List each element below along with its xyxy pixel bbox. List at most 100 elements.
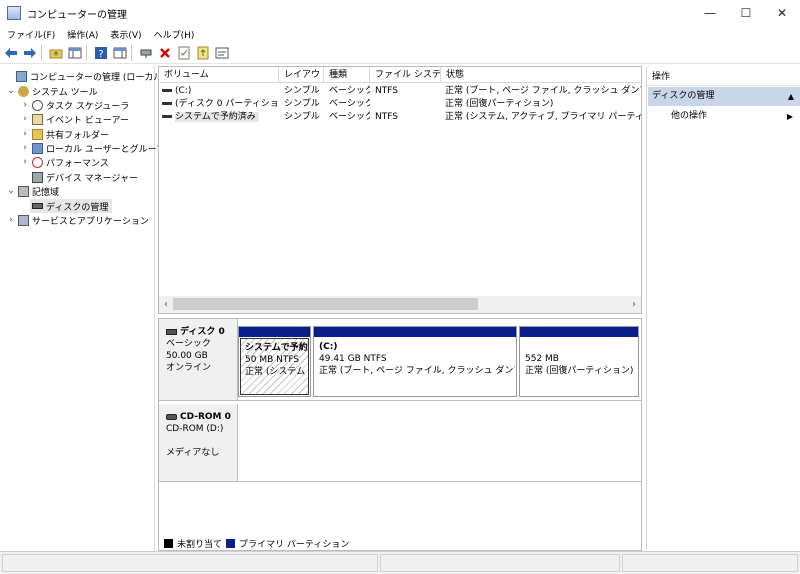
svg-text:?: ? [98,49,103,60]
horizontal-scrollbar[interactable]: ‹ › [159,296,641,313]
computer-icon [16,70,27,82]
toolbar-separator [41,44,42,61]
scroll-left-arrow-icon[interactable]: ‹ [159,296,173,313]
scrollbar-thumb[interactable] [173,298,478,310]
show-hide-tree-icon[interactable] [67,45,83,61]
back-icon[interactable] [3,45,19,61]
tree-item-label: ディスクの管理 [46,202,109,213]
expand-chevron-icon[interactable]: › [6,215,16,225]
delete-icon[interactable] [157,45,173,61]
volume-fs: NTFS [375,112,398,122]
menu-action[interactable]: 操作(A) [62,28,103,41]
column-status[interactable]: 状態 [441,67,641,83]
menu-view[interactable]: 表示(V) [105,28,146,41]
column-file-system[interactable]: ファイル システム [370,67,441,83]
connect-icon[interactable] [138,45,154,61]
status-bar [0,551,800,574]
tree-item-computer-management[interactable]: コンピューターの管理 (ローカル) [4,69,166,83]
storage-icon [18,185,29,197]
window-title: コンピューターの管理 [27,9,127,21]
partition-status: 正常 (ブート, ページ ファイル, クラッシュ ダンプ, プライ [319,366,515,376]
tree-item-services-applications[interactable]: › サービスとアプリケーション [6,213,149,227]
tree-item-label: 共有フォルダー [46,130,110,141]
tree-item-disk-management[interactable]: ディスクの管理 [30,199,113,213]
collapse-chevron-icon[interactable]: ⌄ [6,86,16,96]
status-segment [622,554,798,572]
expand-chevron-icon[interactable]: › [20,100,30,110]
partition-status: 正常 (回復パーティション) [525,366,634,376]
up-folder-icon[interactable] [48,45,64,61]
tree-item-device-manager[interactable]: デバイス マネージャー [20,170,138,184]
disk-size: 50.00 GB [166,351,208,361]
disk-0-label[interactable]: ディスク 0 ベーシック 50.00 GB オンライン [159,319,238,401]
forward-icon[interactable] [22,45,38,61]
volume-layout: シンプル [284,99,320,109]
volume-icon [162,102,172,105]
tree-item-local-users-groups[interactable]: › ローカル ユーザーとグループ [20,141,165,155]
device-manager-icon [32,171,43,183]
tree-item-label: パフォーマンス [46,158,109,169]
clock-icon [32,99,43,111]
primary-partition-swatch [226,538,236,548]
partition-size: 49.41 GB NTFS [319,354,387,364]
collapse-triangle-icon[interactable]: ▲ [788,87,794,106]
column-volume[interactable]: ボリューム [159,67,279,83]
minimize-button[interactable]: — [692,0,728,26]
disk-map: ディスク 0 ベーシック 50.00 GB オンライン システムで予約済 50 … [158,318,642,551]
volume-name: (C:) [175,86,192,96]
tree-item-storage[interactable]: ⌄ 記憶域 [6,184,59,198]
volume-row[interactable]: システムで予約済み シンプル ベーシック NTFS 正常 (システム, アクティ… [159,111,641,124]
disk-type: CD-ROM (D:) [166,424,224,434]
volume-status: 正常 (回復パーティション) [445,99,554,109]
tree-item-task-scheduler[interactable]: › タスク スケジューラ [20,98,129,112]
disk-type: ベーシック [166,339,211,349]
volume-list-header: ボリューム レイアウト 種類 ファイル システム 状態 [159,67,641,83]
legend: 未割り当て プライマリ パーティション [159,536,641,550]
volume-fs [375,98,441,111]
volume-type: ベーシック [329,86,370,96]
column-layout[interactable]: レイアウト [279,67,324,83]
tree-item-label: デバイス マネージャー [46,173,138,184]
partition-size: 50 MB NTFS [245,355,300,365]
tree-item-event-viewer[interactable]: › イベント ビューアー [20,112,129,126]
partition-status: 正常 (システム [245,367,306,377]
column-type[interactable]: 種類 [324,67,370,83]
partition-title: システムで予約済 [245,343,308,353]
actions-pane: 操作 ディスクの管理 ▲ 他の操作 ▶ [646,66,800,551]
expand-chevron-icon[interactable]: › [20,157,30,167]
partition-recovery[interactable]: 552 MB 正常 (回復パーティション) [519,326,639,397]
properties-icon[interactable] [112,45,128,61]
console-icon[interactable] [214,45,230,61]
tree-item-shared-folders[interactable]: › 共有フォルダー [20,127,109,141]
legend-primary-partition: プライマリ パーティション [239,539,350,550]
volume-row[interactable]: (C:) シンプル ベーシック NTFS 正常 (ブート, ページ ファイル, … [159,85,641,98]
primary-partition-bar [239,327,310,337]
tree-item-performance[interactable]: › パフォーマンス [20,155,109,169]
check-icon[interactable] [176,45,192,61]
hard-disk-icon [166,329,177,335]
expand-chevron-icon[interactable]: › [20,129,30,139]
menu-help[interactable]: ヘルプ(H) [149,28,200,41]
collapse-chevron-icon[interactable]: ⌄ [6,186,16,196]
partition-c-drive[interactable]: (C:) 49.41 GB NTFS 正常 (ブート, ページ ファイル, クラ… [313,326,517,397]
close-button[interactable]: ✕ [764,0,800,26]
menu-file[interactable]: ファイル(F) [2,28,60,41]
tree-item-label: タスク スケジューラ [46,101,130,112]
volume-row[interactable]: (ディスク 0 パーティション 3) シンプル ベーシック 正常 (回復パーティ… [159,98,641,111]
volume-name: (ディスク 0 パーティション 3) [175,99,279,109]
toolbar-separator [131,44,132,61]
export-icon[interactable] [195,45,211,61]
cdrom-0-area[interactable] [238,404,641,482]
cdrom-icon [166,414,177,420]
scroll-right-arrow-icon[interactable]: › [627,296,641,313]
maximize-button[interactable]: ☐ [728,0,764,26]
expand-chevron-icon[interactable]: › [20,143,30,153]
tree-item-system-tools[interactable]: ⌄ システム ツール [6,84,98,98]
actions-section-disk-management[interactable]: ディスクの管理 ▲ [648,87,800,106]
more-actions-item[interactable]: 他の操作 ▶ [671,108,799,125]
shared-folder-icon [32,128,43,140]
help-icon[interactable]: ? [93,45,109,61]
cdrom-0-label[interactable]: CD-ROM 0 CD-ROM (D:) メディアなし [159,404,238,482]
partition-system-reserved[interactable]: システムで予約済 50 MB NTFS 正常 (システム [238,326,311,397]
expand-chevron-icon[interactable]: › [20,114,30,124]
